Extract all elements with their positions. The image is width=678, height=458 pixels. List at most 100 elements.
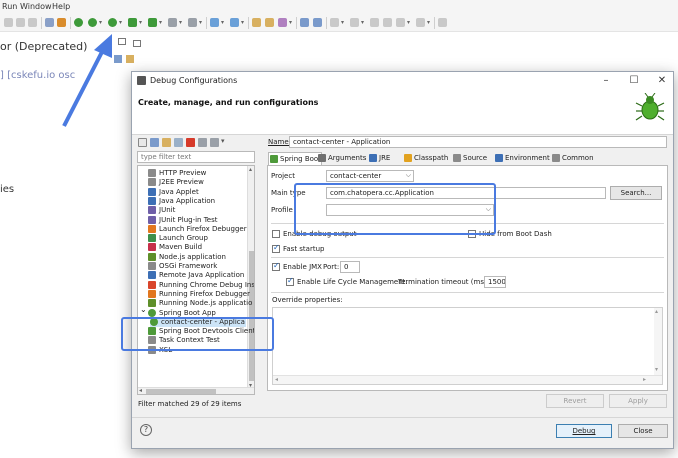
maximize-window-button[interactable]: ☐	[623, 74, 645, 88]
tab-arguments[interactable]: Arguments	[317, 152, 366, 165]
run-icon[interactable]	[108, 18, 117, 27]
override-properties-table[interactable]: ▴ ▾ ◂ ▸	[272, 307, 663, 385]
fast-startup-checkbox[interactable]	[272, 243, 280, 253]
scroll-up-icon[interactable]: ▴	[249, 166, 252, 173]
scroll-left-icon[interactable]: ◂	[275, 376, 278, 383]
toolbar-icon[interactable]	[300, 18, 309, 27]
toolbar-icon[interactable]	[168, 18, 177, 27]
debug-button[interactable]: Debug	[556, 424, 612, 438]
override-properties-label: Override properties:	[272, 296, 343, 304]
scroll-right-icon[interactable]: ▸	[643, 376, 646, 383]
toolbar-icon[interactable]	[74, 18, 83, 27]
toolbar-icon[interactable]	[265, 18, 274, 27]
help-icon[interactable]: ?	[140, 424, 152, 436]
config-name-input[interactable]: contact-center - Application	[289, 136, 667, 148]
config-type-icon	[148, 169, 156, 177]
tab-source[interactable]: Source	[452, 152, 487, 165]
toolbar-icon[interactable]	[4, 18, 13, 27]
port-label: Port:	[323, 263, 340, 271]
external-tools-icon[interactable]	[148, 18, 157, 27]
collapse-all-icon[interactable]	[198, 138, 207, 147]
toolbar-icon[interactable]	[45, 18, 54, 27]
tab-icon	[552, 154, 560, 162]
tab-icon	[318, 154, 326, 162]
revert-button[interactable]: Revert	[546, 394, 604, 408]
filter-icon[interactable]	[210, 138, 219, 147]
enable-jmx-checkbox[interactable]	[272, 261, 280, 271]
toolbar-icon[interactable]	[438, 18, 447, 27]
enable-debug-output-checkbox[interactable]	[272, 230, 280, 238]
config-type-icon	[148, 243, 156, 252]
port-input[interactable]: 0	[340, 261, 360, 273]
export-config-icon[interactable]	[162, 138, 171, 147]
tree-horizontal-scrollbar[interactable]: ◂	[138, 387, 254, 394]
filter-input[interactable]: type filter text	[137, 151, 255, 163]
toolbar-icon[interactable]	[57, 18, 66, 27]
forward-icon[interactable]	[383, 18, 392, 27]
scroll-left-icon[interactable]: ◂	[139, 387, 142, 394]
enable-jmx-label: Enable JMX	[283, 263, 322, 271]
coverage-icon[interactable]	[128, 18, 137, 27]
project-combo[interactable]: contact-center ⌵	[326, 170, 414, 182]
toolbar-icon[interactable]	[28, 18, 37, 27]
toolbar-icon[interactable]	[210, 18, 219, 27]
dialog-title-bar: Debug Configurations – ☐ ✕	[132, 72, 673, 90]
debug-configurations-dialog: Debug Configurations – ☐ ✕ Create, manag…	[131, 71, 674, 449]
enable-lifecycle-checkbox[interactable]	[286, 276, 294, 286]
tab-classpath[interactable]: Classpath	[403, 152, 448, 165]
tree-scroll-thumb[interactable]	[249, 251, 254, 381]
minimize-window-button[interactable]: –	[595, 74, 617, 88]
delete-config-icon[interactable]	[186, 138, 195, 147]
menu-help[interactable]: Help	[52, 2, 70, 11]
config-tabs: Spring Boot Arguments JRE Classpath Source En…	[267, 152, 667, 165]
new-prototype-icon[interactable]	[150, 138, 159, 147]
eclipse-app-icon	[137, 76, 146, 85]
config-type-icon	[148, 289, 156, 298]
termination-timeout-input[interactable]: 15000	[484, 276, 506, 288]
tab-jre[interactable]: JRE	[368, 152, 390, 165]
tab-spring-boot[interactable]: Spring Boot	[268, 152, 322, 165]
tab-common[interactable]: Common	[551, 152, 594, 165]
toolbar-icon[interactable]	[16, 18, 25, 27]
config-tree: ▴ ▾ ◂ HTTP Preview J2EE Preview Java Apple…	[137, 165, 255, 395]
config-type-icon	[148, 308, 156, 317]
close-window-button[interactable]: ✕	[651, 74, 673, 88]
new-config-icon[interactable]	[138, 138, 147, 147]
debug-icon[interactable]	[88, 18, 97, 27]
menu-window[interactable]: Window	[20, 2, 52, 11]
chevron-down-icon[interactable]: ▾	[221, 137, 225, 145]
tab-label: Source	[463, 154, 488, 162]
toolbar-icon[interactable]	[278, 18, 287, 27]
config-type-icon	[148, 234, 156, 243]
annotation-highlight-main-type	[294, 183, 496, 235]
chevron-down-icon[interactable]: ⌄	[140, 305, 147, 314]
debug-bug-icon	[635, 93, 665, 121]
toolbar-icon[interactable]	[188, 18, 197, 27]
toolbar-icon[interactable]	[330, 18, 339, 27]
toolbar-icon[interactable]	[350, 18, 359, 27]
config-type-icon	[148, 280, 156, 289]
close-button[interactable]: Close	[618, 424, 668, 438]
maximize-view-icon[interactable]	[133, 40, 141, 47]
override-horizontal-scrollbar[interactable]: ◂ ▸	[273, 375, 662, 384]
tree-hscroll-thumb[interactable]	[146, 389, 216, 394]
back-icon[interactable]	[370, 18, 379, 27]
scroll-up-icon[interactable]: ▴	[655, 308, 658, 315]
config-type-icon	[148, 271, 156, 280]
apply-button[interactable]: Apply	[609, 394, 667, 408]
tab-environment[interactable]: Environment	[494, 152, 550, 165]
dialog-heading: Create, manage, and run configurations	[138, 98, 319, 107]
duplicate-config-icon[interactable]	[174, 138, 183, 147]
toolbar-icon[interactable]	[230, 18, 239, 27]
override-vertical-scrollbar[interactable]: ▴ ▾	[654, 308, 662, 376]
menu-run[interactable]: Run	[2, 2, 17, 11]
toolbar-icon[interactable]	[416, 18, 425, 27]
main-toolbar: ▾ ▾ ▾ ▾ ▾ ▾ ▾ ▾ ▾ ▾ ▾ ▾ ▾	[0, 14, 678, 32]
toolbar-icon[interactable]	[252, 18, 261, 27]
search-button[interactable]: Search...	[610, 186, 662, 200]
dialog-header: Create, manage, and run configurations	[132, 90, 673, 135]
toolbar-icon[interactable]	[313, 18, 322, 27]
chevron-down-icon: ⌵	[405, 171, 411, 179]
toolbar-icon[interactable]	[396, 18, 405, 27]
scroll-down-icon[interactable]: ▾	[655, 366, 658, 373]
